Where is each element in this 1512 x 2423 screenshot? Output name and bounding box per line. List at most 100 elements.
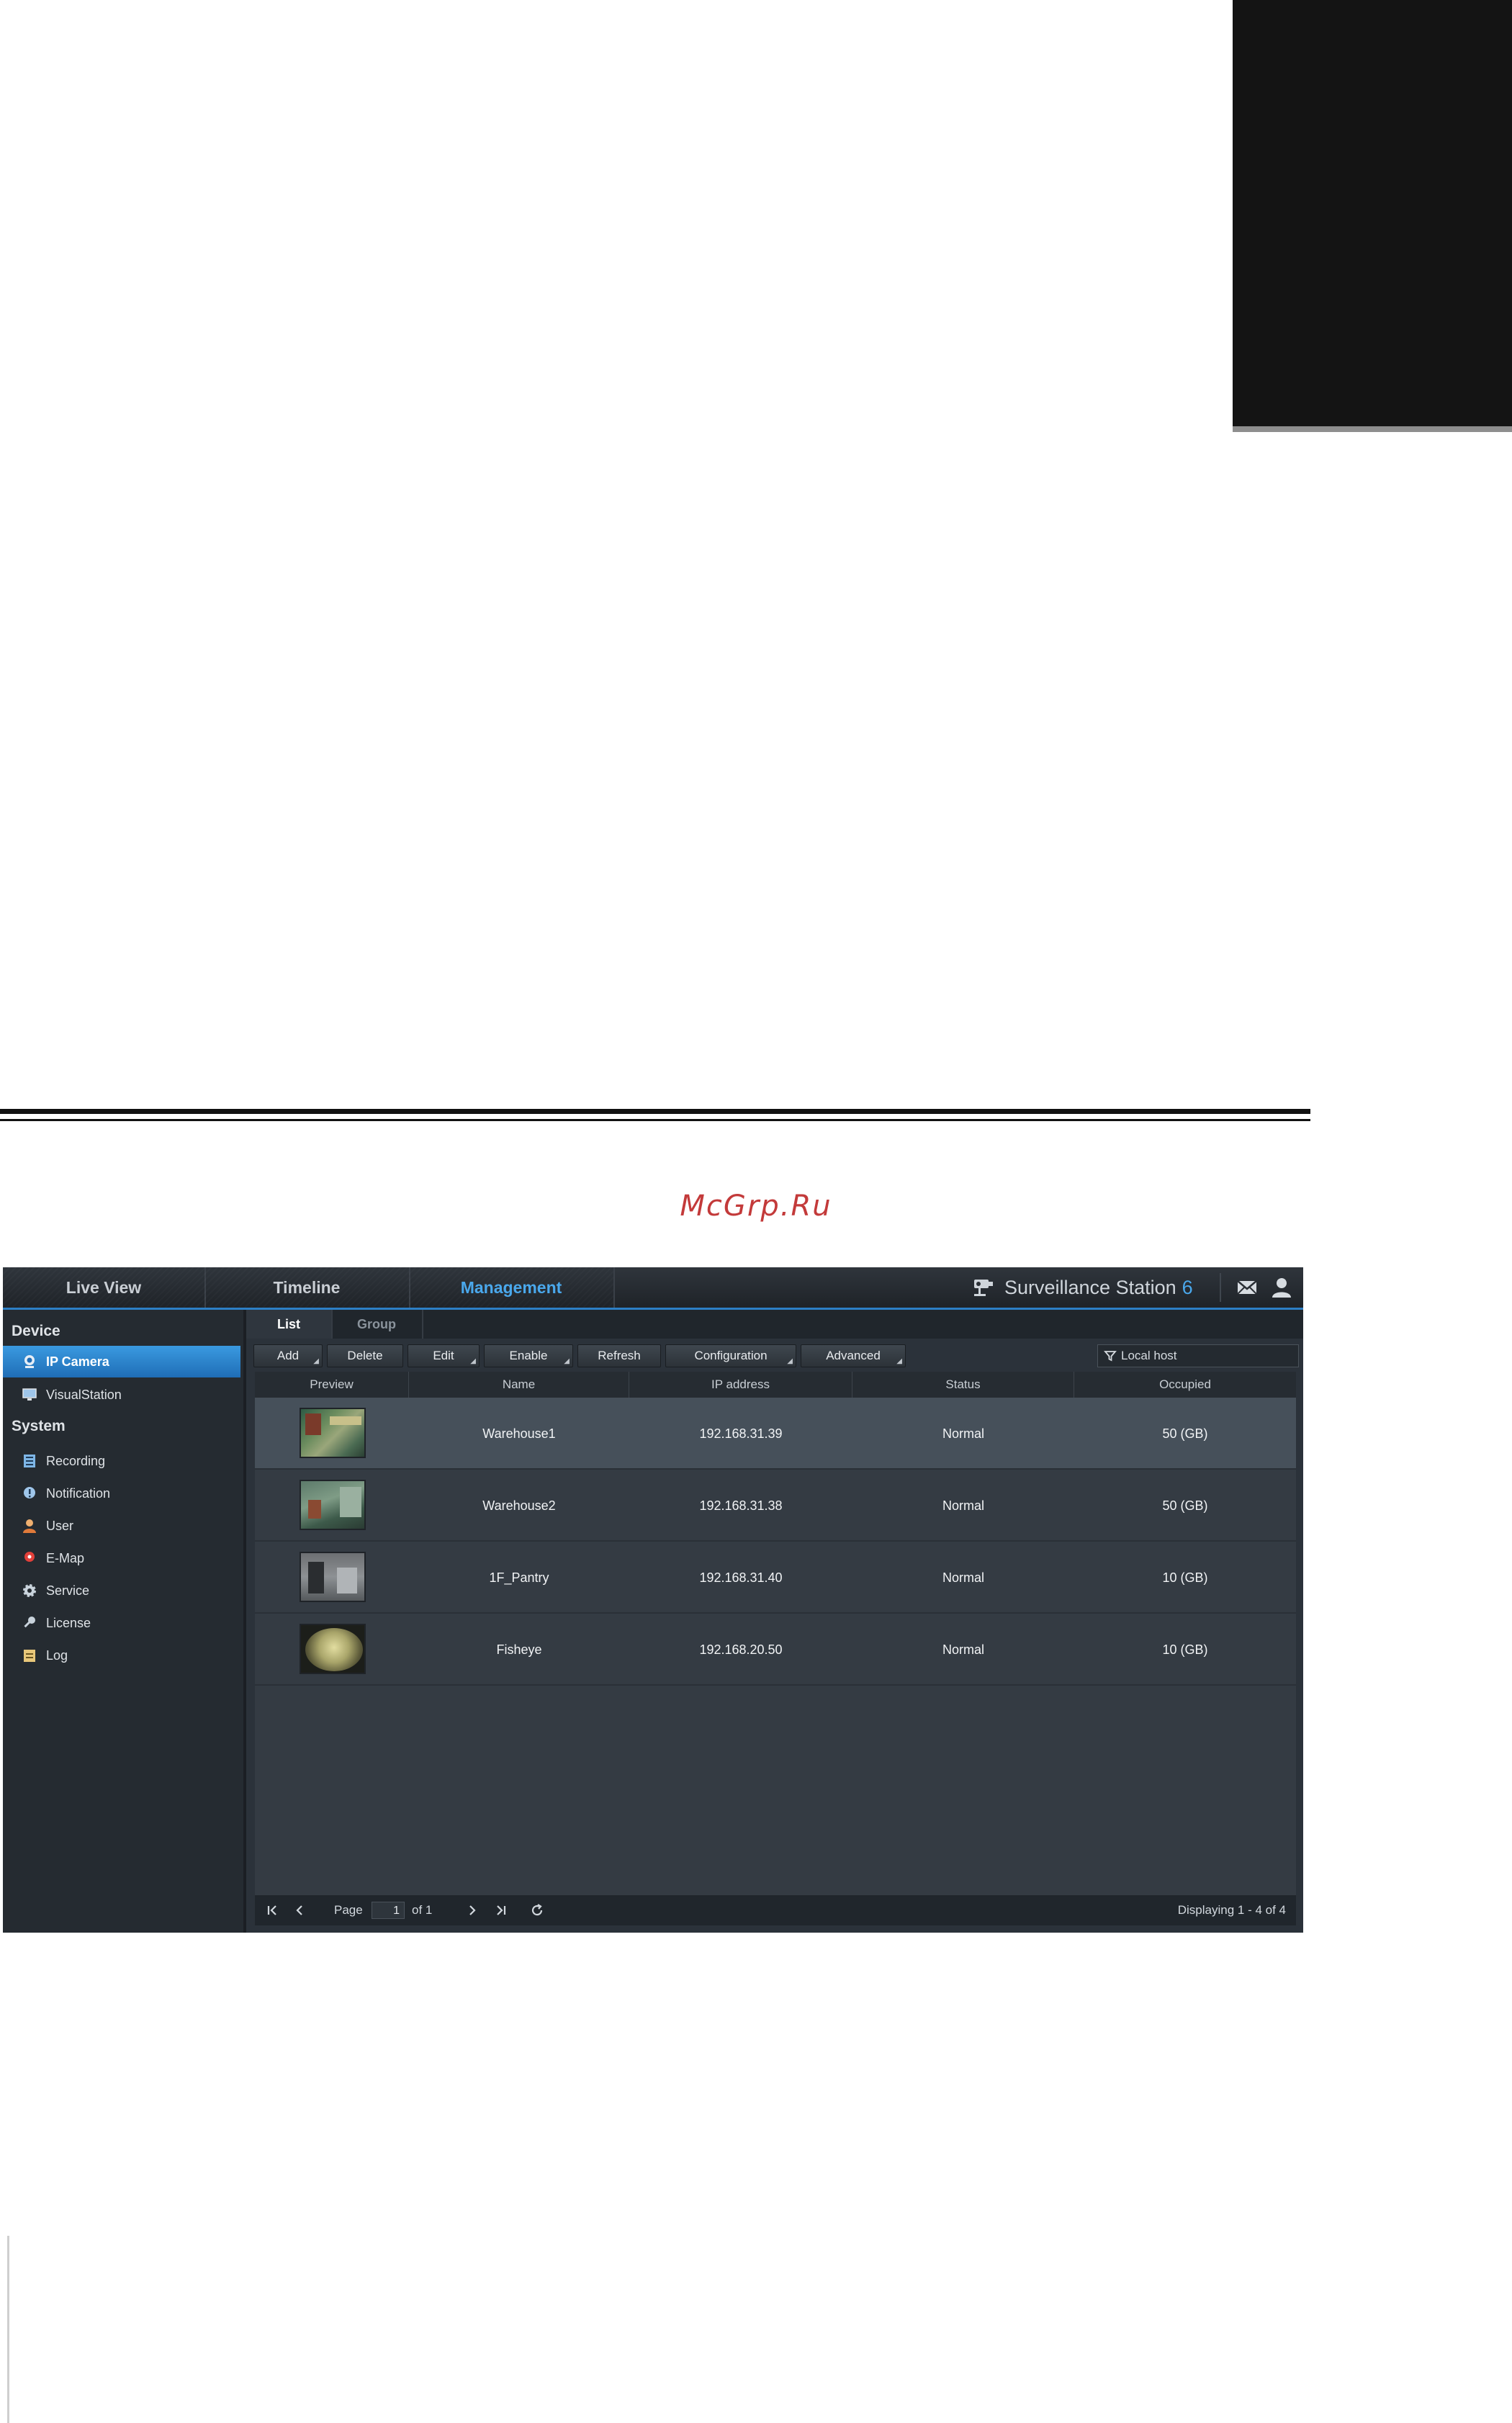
toolbar: Add ◢ Delete Edit ◢ Enable ◢ Refresh Config… [246,1339,1303,1370]
camera-status: Normal [942,1426,984,1441]
enable-button[interactable]: Enable ◢ [484,1344,573,1367]
pagination-bar: Page 1 of 1 Displaying 1 - 4 of 4 [255,1895,1296,1925]
camera-name: Warehouse2 [482,1498,556,1513]
sidebar-item-user[interactable]: User [3,1510,243,1542]
column-status[interactable]: Status [852,1372,1074,1398]
notification-icon [24,1487,35,1498]
sub-tab-bar: List Group [246,1310,1303,1339]
tab-live-view[interactable]: Live View [3,1267,206,1308]
top-navigation-bar: Live View Timeline Management Surveillan… [3,1267,1303,1310]
camera-status: Normal [942,1642,984,1657]
page-label: Page [334,1903,363,1917]
edit-button[interactable]: Edit ◢ [408,1344,480,1367]
first-page-icon[interactable] [264,1902,281,1919]
camera-ip: 192.168.31.39 [699,1426,783,1441]
column-name[interactable]: Name [409,1372,629,1398]
key-icon [24,1617,35,1628]
dropdown-arrow-icon: ◢ [787,1357,793,1365]
add-button[interactable]: Add ◢ [253,1344,323,1367]
advanced-button-label: Advanced [826,1349,881,1362]
camera-status: Normal [942,1570,984,1585]
sidebar-item-service[interactable]: Service [3,1575,243,1606]
refresh-icon[interactable] [528,1902,546,1919]
sidebar-item-label: VisualStation [46,1387,122,1402]
camera-occupied: 10 (GB) [1162,1642,1208,1657]
refresh-button[interactable]: Refresh [577,1344,661,1367]
refresh-button-label: Refresh [598,1349,641,1362]
recording-icon [24,1455,35,1467]
sidebar-item-log[interactable]: Log [3,1640,243,1671]
tab-group[interactable]: Group [331,1310,423,1339]
sidebar-section-system: System [12,1418,66,1434]
sidebar-item-label: User [46,1518,74,1533]
tab-timeline[interactable]: Timeline [204,1267,410,1308]
configuration-button[interactable]: Configuration ◢ [665,1344,796,1367]
watermark: McGrp.Ru [680,1190,832,1223]
table-row[interactable]: 1F_Pantry 192.168.31.40 Normal 10 (GB) [255,1542,1296,1614]
dropdown-arrow-icon: ◢ [313,1357,319,1365]
displaying-count: Displaying 1 - 4 of 4 [1177,1903,1286,1917]
filter-icon [1104,1351,1117,1362]
column-occupied[interactable]: Occupied [1074,1372,1296,1398]
tab-list[interactable]: List [246,1310,333,1339]
camera-preview-thumbnail [300,1480,366,1530]
sidebar-item-label: IP Camera [46,1354,109,1369]
page-total-label: of 1 [412,1903,433,1917]
chapter-tab-block [1233,0,1512,426]
dropdown-arrow-icon: ◢ [564,1357,570,1365]
brand-logo: Surveillance Station 6 [971,1273,1193,1302]
camera-preview-thumbnail [300,1408,366,1458]
camera-name: Fisheye [496,1642,542,1657]
camera-preview-thumbnail [300,1552,366,1602]
column-preview[interactable]: Preview [255,1372,409,1398]
sidebar: Device IP Camera VisualStation System Re… [3,1310,246,1933]
last-page-icon[interactable] [492,1902,510,1919]
delete-button-label: Delete [347,1349,383,1362]
delete-button[interactable]: Delete [327,1344,403,1367]
sidebar-section-device: Device [12,1323,60,1339]
sidebar-item-visualstation[interactable]: VisualStation [3,1379,243,1411]
filter-value: Local host [1121,1349,1177,1362]
map-pin-icon [24,1552,35,1562]
main-content: List Group Add ◢ Delete Edit ◢ Enable ◢ Ref… [246,1310,1303,1933]
tab-management[interactable]: Management [409,1267,615,1308]
previous-page-icon[interactable] [291,1902,308,1919]
margin-line [7,2236,9,2423]
camera-preview-thumbnail [300,1624,366,1674]
camera-name: 1F_Pantry [489,1570,549,1585]
sidebar-item-label: Log [46,1647,68,1663]
camera-occupied: 50 (GB) [1162,1498,1208,1513]
sidebar-item-e-map[interactable]: E-Map [3,1542,243,1574]
sidebar-item-ip-camera[interactable]: IP Camera [3,1346,240,1377]
brand-name: Surveillance Station [1004,1276,1176,1298]
server-filter-field[interactable]: Local host [1097,1344,1299,1367]
table-row[interactable]: Warehouse2 192.168.31.38 Normal 50 (GB) [255,1470,1296,1542]
user-icon [23,1519,36,1533]
add-button-label: Add [276,1349,300,1362]
camera-occupied: 10 (GB) [1162,1570,1208,1585]
advanced-button[interactable]: Advanced ◢ [801,1344,906,1367]
camera-status: Normal [942,1498,984,1513]
divider-rule-thin [0,1119,1310,1121]
camera-occupied: 50 (GB) [1162,1426,1208,1441]
column-ip-address[interactable]: IP address [629,1372,852,1398]
next-page-icon[interactable] [464,1902,481,1919]
sidebar-item-label: License [46,1615,91,1630]
table-header: Preview Name IP address Status Occupied [255,1372,1296,1398]
table-row[interactable]: Warehouse1 192.168.31.39 Normal 50 (GB) [255,1398,1296,1470]
enable-button-label: Enable [509,1349,548,1362]
notification-envelope-icon[interactable] [1236,1276,1259,1299]
sidebar-item-label: Notification [46,1485,111,1501]
sidebar-item-notification[interactable]: Notification [3,1478,243,1509]
camera-icon [24,1355,35,1368]
table-row[interactable]: Fisheye 192.168.20.50 Normal 10 (GB) [255,1614,1296,1686]
camera-ip: 192.168.20.50 [699,1642,783,1657]
camera-ip: 192.168.31.38 [699,1498,783,1513]
sidebar-item-recording[interactable]: Recording [3,1445,243,1477]
sidebar-item-license[interactable]: License [3,1607,243,1639]
brand-version: 6 [1182,1276,1193,1298]
log-icon [24,1650,35,1662]
page-number-input[interactable]: 1 [372,1902,405,1919]
monitor-icon [22,1388,37,1401]
user-account-icon[interactable] [1270,1276,1293,1299]
